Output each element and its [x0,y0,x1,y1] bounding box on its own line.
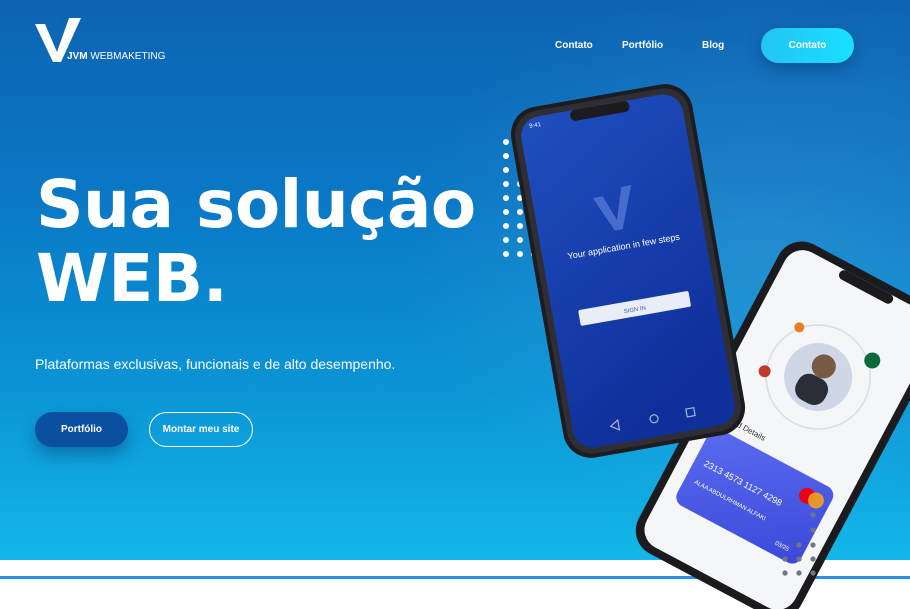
nav-link-portfolio[interactable]: Portfólio [622,40,663,51]
nav-link-contato[interactable]: Contato [555,40,593,51]
brand-name-rest: WEBMAKETING [90,51,166,62]
section-bottom [0,560,910,609]
dot-pattern-top [503,139,537,257]
brand-logo[interactable]: JVM WEBMAKETING [35,16,175,64]
hero-section: JVM WEBMAKETING Contato Portfólio Blog C… [0,0,910,560]
hero-title-line2: WEB. [36,240,228,317]
portfolio-button[interactable]: Portfólio [35,412,128,447]
bottom-divider [0,576,910,579]
hero-title-line1: Sua solução [36,166,476,243]
hero-subtitle: Plataformas exclusivas, funcionais e de … [35,356,396,372]
build-site-button[interactable]: Montar meu site [149,412,253,447]
nav-link-blog[interactable]: Blog [702,40,724,51]
contact-cta-button[interactable]: Contato [761,28,854,63]
brand-name: JVM WEBMAKETING [67,51,165,62]
brand-name-bold: JVM [67,51,88,62]
hero-title: Sua solução WEB. [36,168,476,316]
